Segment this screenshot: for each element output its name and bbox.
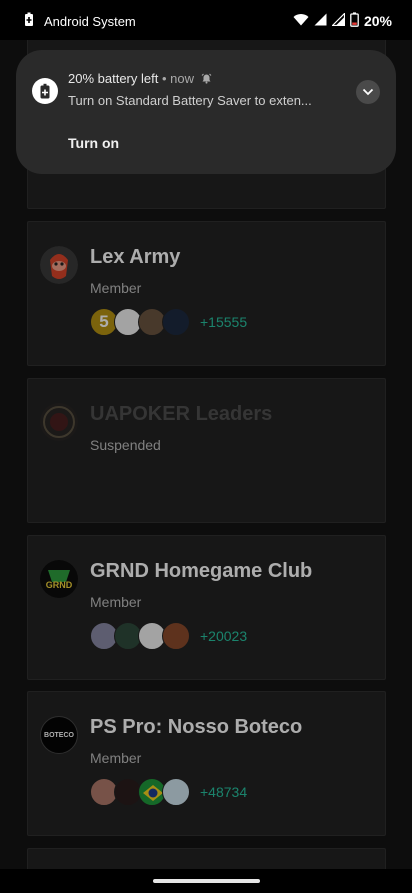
member-avatars: 5 +15555 (90, 308, 247, 336)
member-avatar (162, 622, 190, 650)
battery-saver-icon (32, 78, 58, 104)
club-logo-text: GRND (45, 580, 73, 590)
member-count: +20023 (200, 628, 248, 644)
club-card-lex-army[interactable]: Lex Army Member 5 +15555 (27, 221, 386, 366)
member-count: +48734 (200, 784, 248, 800)
status-right: 20% (293, 12, 392, 30)
navigation-bar (0, 869, 412, 893)
club-role: Member (90, 594, 142, 610)
notification-separator: • (161, 71, 171, 86)
club-logo-text: BOTECO (44, 731, 74, 739)
battery-low-icon (350, 12, 359, 30)
member-count: +15555 (200, 314, 248, 330)
club-card-grnd-homegame[interactable]: GRND GRND Homegame Club Member +20023 (27, 535, 386, 680)
club-logo (40, 403, 78, 441)
cell-signal-2-icon (331, 12, 346, 29)
club-name: GRND Homegame Club (90, 560, 313, 582)
battery-alert-icon (24, 12, 34, 30)
member-avatar (162, 778, 190, 806)
club-role: Member (90, 750, 142, 766)
club-name: UAPOKER Leaders (90, 403, 273, 425)
club-card-ps-pro-nosso-boteco[interactable]: BOTECO PS Pro: Nosso Boteco Member +4873… (27, 691, 386, 836)
status-left: Android System (24, 12, 136, 30)
expand-chevron-icon[interactable] (356, 80, 380, 104)
notification-message: Turn on Standard Battery Saver to exten.… (68, 93, 312, 108)
club-role: Suspended (90, 437, 161, 453)
cell-signal-icon (314, 13, 327, 29)
home-gesture-handle[interactable] (153, 879, 260, 883)
alarm-bell-icon (198, 71, 212, 86)
member-avatars: +20023 (90, 622, 247, 650)
turn-on-button[interactable]: Turn on (68, 135, 119, 151)
club-logo: GRND (40, 560, 78, 598)
wifi-icon (293, 13, 309, 29)
club-name: PS Pro: Nosso Boteco (90, 716, 303, 738)
club-card-uapoker-leaders[interactable]: UAPOKER Leaders Suspended (27, 378, 386, 523)
club-card-next[interactable] (27, 848, 386, 869)
club-role: Member (90, 280, 142, 296)
club-logo (40, 246, 78, 284)
notification-title: 20% battery left • now (68, 71, 212, 86)
notification-time: now (170, 71, 194, 86)
member-avatar (162, 308, 190, 336)
status-bar: Android System 20% (0, 0, 412, 40)
status-app-label: Android System (44, 13, 136, 29)
club-logo: BOTECO (40, 716, 78, 754)
member-avatars: +48734 (90, 778, 247, 806)
battery-notification[interactable]: 20% battery left • now Turn on Standard … (16, 50, 396, 174)
avatar-badge: 5 (99, 312, 109, 331)
battery-percent: 20% (363, 13, 392, 29)
notification-title-text: 20% battery left (68, 71, 159, 86)
club-name: Lex Army (90, 246, 181, 268)
